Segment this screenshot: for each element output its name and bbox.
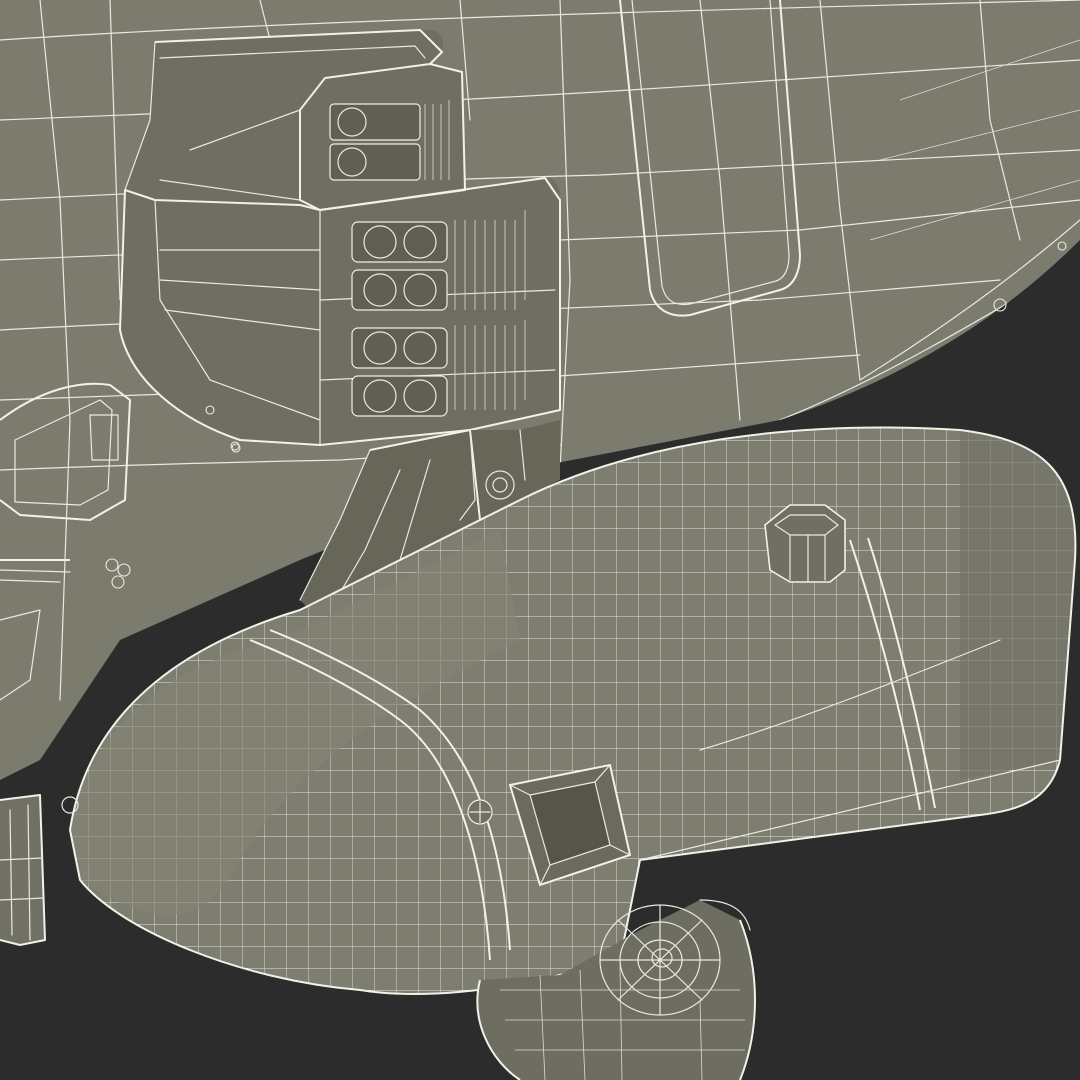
wireframe-render-canvas <box>0 0 1080 1080</box>
fuel-cap <box>764 504 846 583</box>
wheel-hub <box>599 904 721 1016</box>
wireframe-render <box>0 0 1080 1080</box>
small-bolt <box>467 799 493 825</box>
